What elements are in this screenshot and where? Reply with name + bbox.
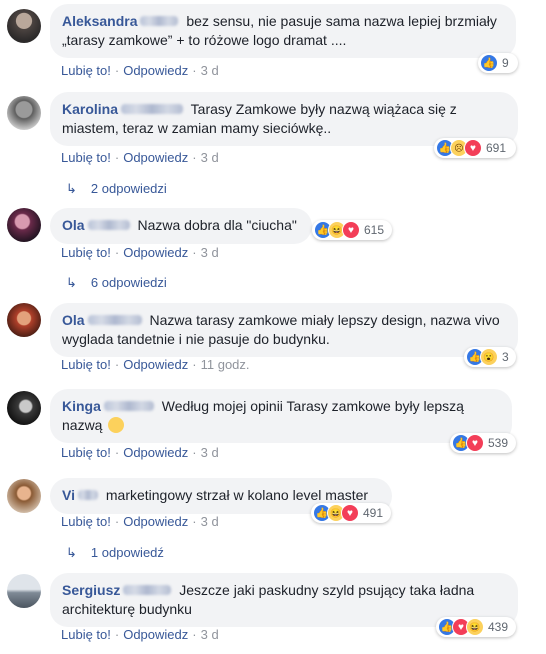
reaction-summary[interactable]: 👍 ♥ 😆 439: [436, 617, 516, 637]
comment-text: Nazwa dobra dla "ciucha": [137, 217, 297, 233]
blurred-surname: [140, 16, 179, 27]
reaction-count: 491: [363, 506, 384, 520]
like-link[interactable]: Lubię to!: [61, 63, 111, 78]
avatar[interactable]: [7, 574, 41, 608]
comment-timestamp[interactable]: 3 d: [201, 514, 219, 529]
blurred-surname: [121, 104, 184, 115]
like-link[interactable]: Lubię to!: [61, 627, 111, 642]
comment-timestamp[interactable]: 11 godz.: [201, 357, 250, 372]
avatar[interactable]: [7, 479, 41, 513]
reply-link[interactable]: Odpowiedz: [123, 245, 188, 260]
avatar[interactable]: [7, 96, 41, 130]
blurred-surname: [87, 315, 142, 326]
like-link[interactable]: Lubię to!: [61, 514, 111, 529]
comment-timestamp[interactable]: 3 d: [201, 627, 219, 642]
reply-arrow-icon: ↳: [66, 275, 77, 290]
view-replies-link[interactable]: ↳ 6 odpowiedzi: [66, 275, 167, 291]
reaction-count: 539: [488, 436, 509, 450]
comment-actions: Lubię to! · Odpowiedz · 3 d: [61, 514, 219, 529]
avatar[interactable]: [7, 9, 41, 43]
love-reaction-icon: ♥: [466, 434, 484, 452]
comment-bubble: Kinga Według mojej opinii Tarasy zamkowe…: [50, 389, 512, 443]
comment-actions: Lubię to! · Odpowiedz · 3 d: [61, 627, 219, 642]
reaction-count: 3: [502, 350, 509, 364]
like-link[interactable]: Lubię to!: [61, 245, 111, 260]
comment-timestamp[interactable]: 3 d: [201, 245, 219, 260]
comment-actions: Lubię to! · Odpowiedz · 3 d: [61, 445, 219, 460]
comment-actions: Lubię to! · Odpowiedz · 11 godz.: [61, 357, 250, 372]
reply-arrow-icon: ↳: [66, 545, 77, 560]
like-link[interactable]: Lubię to!: [61, 445, 111, 460]
comment-actions: Lubię to! · Odpowiedz · 3 d: [61, 245, 219, 260]
comment-author[interactable]: Kinga: [62, 398, 101, 414]
reaction-summary[interactable]: 👍 ☹ ♥ 691: [434, 138, 516, 158]
reaction-count: 615: [364, 223, 385, 237]
comment-bubble: Aleksandra bez sensu, nie pasuje sama na…: [50, 4, 516, 58]
comment-bubble: Ola Nazwa tarasy zamkowe miały lepszy de…: [50, 303, 518, 357]
comment-actions: Lubię to! · Odpowiedz · 3 d: [61, 63, 219, 78]
comment-timestamp[interactable]: 3 d: [201, 445, 219, 460]
comment-author[interactable]: Ola: [62, 217, 85, 233]
view-replies-link[interactable]: ↳ 1 odpowiedź: [66, 545, 164, 561]
reply-link[interactable]: Odpowiedz: [123, 357, 188, 372]
blurred-surname: [77, 490, 98, 501]
comment-timestamp[interactable]: 3 d: [201, 150, 219, 165]
comment-author[interactable]: Ola: [62, 312, 85, 328]
reaction-summary[interactable]: 👍 😮 3: [464, 347, 516, 367]
reaction-summary[interactable]: 👍 ♥ 539: [450, 433, 516, 453]
reply-link[interactable]: Odpowiedz: [123, 150, 188, 165]
comment-text: marketingowy strzał w kolano level maste…: [105, 487, 369, 503]
reaction-count: 9: [502, 56, 509, 70]
reply-link[interactable]: Odpowiedz: [123, 445, 188, 460]
smile-emoji-icon: [108, 417, 125, 433]
love-reaction-icon: ♥: [342, 221, 360, 239]
comment-author[interactable]: Aleksandra: [62, 13, 137, 29]
avatar[interactable]: [7, 391, 41, 425]
comment-author[interactable]: Karolina: [62, 101, 118, 117]
like-reaction-icon: 👍: [480, 54, 498, 72]
haha-reaction-icon: 😆: [466, 618, 484, 636]
reply-link[interactable]: Odpowiedz: [123, 627, 188, 642]
avatar[interactable]: [7, 303, 41, 337]
comment-actions: Lubię to! · Odpowiedz · 3 d: [61, 150, 219, 165]
reaction-summary[interactable]: 👍 9: [478, 53, 518, 73]
comment-author[interactable]: Vi: [62, 487, 75, 503]
comment-timestamp[interactable]: 3 d: [201, 63, 219, 78]
reaction-summary[interactable]: 👍 😆 ♥ 615: [312, 220, 392, 240]
comment-bubble: Ola Nazwa dobra dla "ciucha": [50, 208, 312, 244]
love-reaction-icon: ♥: [341, 504, 359, 522]
reply-link[interactable]: Odpowiedz: [123, 63, 188, 78]
blurred-surname: [87, 220, 130, 231]
comment-author[interactable]: Sergiusz: [62, 582, 120, 598]
reaction-count: 691: [486, 141, 507, 155]
reaction-count: 439: [488, 620, 509, 634]
view-replies-link[interactable]: ↳ 2 odpowiedzi: [66, 181, 167, 197]
blurred-surname: [123, 585, 172, 596]
avatar[interactable]: [7, 208, 41, 242]
love-reaction-icon: ♥: [464, 139, 482, 157]
reply-arrow-icon: ↳: [66, 181, 77, 196]
wow-reaction-icon: 😮: [480, 348, 498, 366]
like-link[interactable]: Lubię to!: [61, 357, 111, 372]
reply-link[interactable]: Odpowiedz: [123, 514, 188, 529]
reaction-summary[interactable]: 👍 😆 ♥ 491: [311, 503, 391, 523]
blurred-surname: [103, 401, 154, 412]
like-link[interactable]: Lubię to!: [61, 150, 111, 165]
